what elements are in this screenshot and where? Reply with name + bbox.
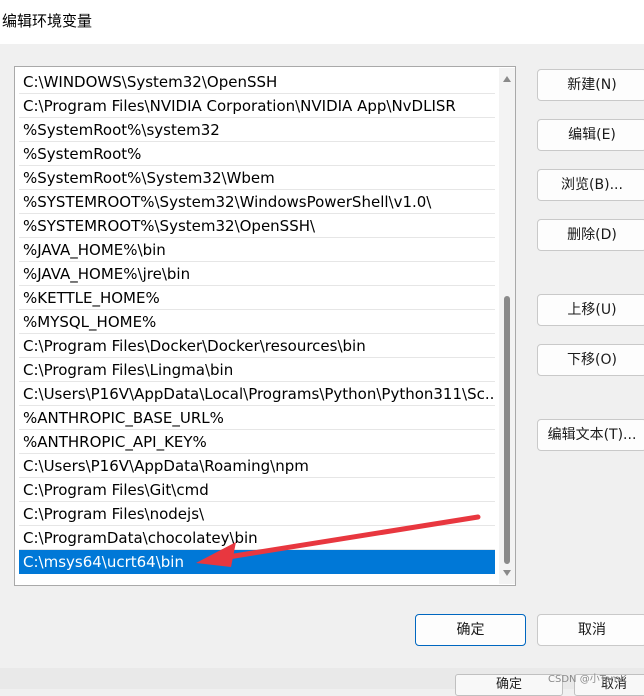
path-row[interactable]: C:\Program Files\Docker\Docker\resources… <box>19 334 495 358</box>
path-row[interactable]: C:\Program Files\Git\cmd <box>19 478 495 502</box>
path-row[interactable]: %SystemRoot%\System32\Wbem <box>19 166 495 190</box>
browse-button[interactable]: 浏览(B)... <box>537 169 644 201</box>
edit-text-button[interactable]: 编辑文本(T)... <box>537 419 644 451</box>
path-row[interactable]: %ANTHROPIC_BASE_URL% <box>19 406 495 430</box>
path-row[interactable]: C:\Program Files\Lingma\bin <box>19 358 495 382</box>
path-row[interactable]: %MYSQL_HOME% <box>19 310 495 334</box>
path-row[interactable]: C:\ProgramData\chocolatey\bin <box>19 526 495 550</box>
background-ok-button[interactable]: 确定 <box>455 674 563 696</box>
path-row[interactable]: C:\Program Files\NVIDIA Corporation\NVID… <box>19 94 495 118</box>
move-down-button[interactable]: 下移(O) <box>537 344 644 376</box>
new-button[interactable]: 新建(N) <box>537 69 644 101</box>
path-row[interactable]: %KETTLE_HOME% <box>19 286 495 310</box>
scroll-up-arrow-icon[interactable] <box>503 76 511 82</box>
vertical-scrollbar[interactable] <box>499 68 515 584</box>
path-row[interactable]: C:\Users\P16V\AppData\Local\Programs\Pyt… <box>19 382 495 406</box>
dialog-titlebar: 编辑环境变量 <box>0 0 644 44</box>
watermark: CSDN @小TomK <box>548 674 627 685</box>
path-row[interactable]: %JAVA_HOME%\jre\bin <box>19 262 495 286</box>
cancel-button[interactable]: 取消 <box>537 614 644 646</box>
path-row[interactable]: C:\Program Files\nodejs\ <box>19 502 495 526</box>
path-row[interactable]: C:\WINDOWS\System32\OpenSSH <box>19 70 495 94</box>
path-row-selected[interactable]: C:\msys64\ucrt64\bin <box>19 550 495 574</box>
edit-button[interactable]: 编辑(E) <box>537 119 644 151</box>
path-row[interactable]: %SystemRoot%\system32 <box>19 118 495 142</box>
delete-button[interactable]: 删除(D) <box>537 219 644 251</box>
path-row[interactable]: %SystemRoot% <box>19 142 495 166</box>
scroll-down-arrow-icon[interactable] <box>503 570 511 576</box>
path-row[interactable]: C:\Users\P16V\AppData\Roaming\npm <box>19 454 495 478</box>
move-up-button[interactable]: 上移(U) <box>537 294 644 326</box>
path-list[interactable]: C:\WINDOWS\System32\OpenSSH C:\Program Fi… <box>14 66 516 586</box>
scrollbar-thumb[interactable] <box>504 296 510 564</box>
dialog-title: 编辑环境变量 <box>2 12 93 30</box>
path-row[interactable]: %ANTHROPIC_API_KEY% <box>19 430 495 454</box>
path-row[interactable]: %SYSTEMROOT%\System32\WindowsPowerShell\… <box>19 190 495 214</box>
ok-button[interactable]: 确定 <box>415 614 526 646</box>
path-row[interactable]: %JAVA_HOME%\bin <box>19 238 495 262</box>
path-row[interactable]: %SYSTEMROOT%\System32\OpenSSH\ <box>19 214 495 238</box>
